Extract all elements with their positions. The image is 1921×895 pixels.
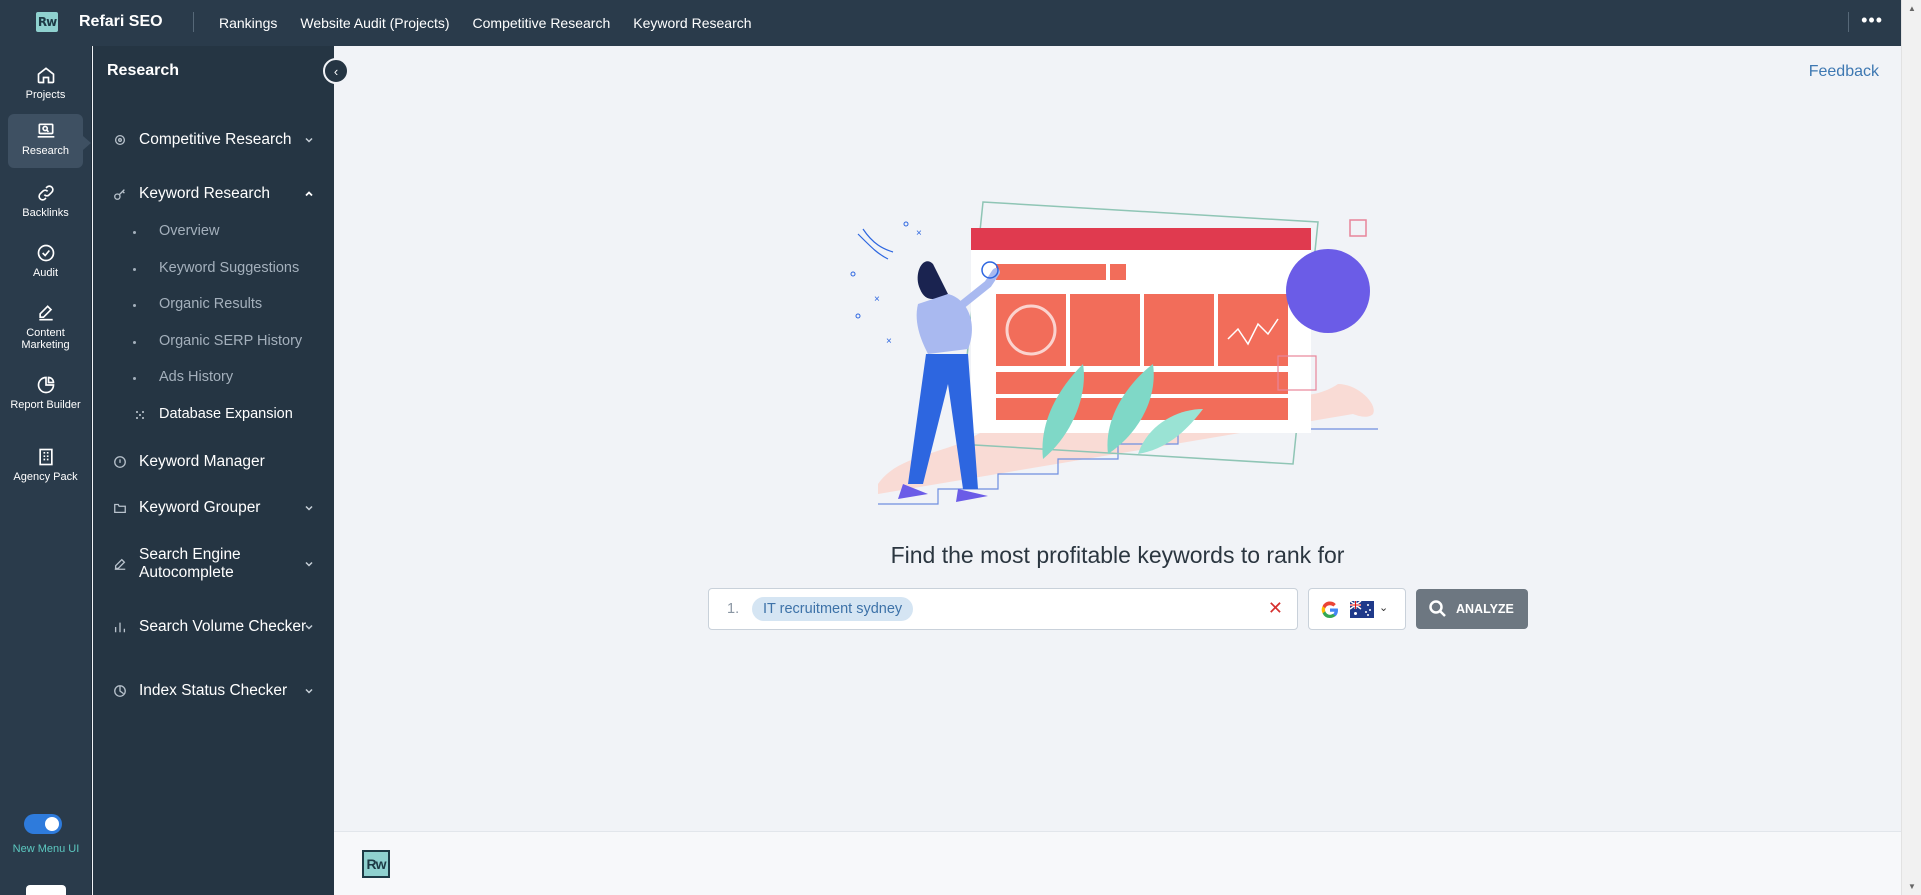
footer-logo[interactable]: Rw bbox=[362, 850, 390, 878]
sidebar-item-label: Keyword Manager bbox=[139, 453, 265, 470]
clear-icon[interactable]: ✕ bbox=[1268, 598, 1283, 619]
sidebar-item-label: Keyword Research bbox=[139, 185, 270, 202]
chevron-down-icon bbox=[305, 624, 313, 630]
chevron-down-icon: ⌄ bbox=[1379, 602, 1389, 614]
sidebar-subitem-ads-history[interactable]: Ads History bbox=[132, 369, 233, 385]
home-icon bbox=[37, 67, 54, 84]
sidebar-item-label: Search Volume Checker bbox=[139, 618, 307, 635]
research-sidebar: Research Competitive Research Keyword Re… bbox=[93, 46, 334, 895]
analyze-button[interactable]: ANALYZE bbox=[1416, 589, 1528, 629]
feedback-link[interactable]: Feedback bbox=[1809, 63, 1879, 81]
sidebar-item-keyword-grouper[interactable]: Keyword Grouper bbox=[93, 498, 334, 518]
active-indicator bbox=[83, 136, 91, 150]
sidebar-item-label: Competitive Research bbox=[139, 131, 292, 148]
more-menu-button[interactable]: ••• bbox=[1861, 10, 1883, 31]
rail-label: Projects bbox=[25, 89, 66, 101]
sidebar-subitem-keyword-suggestions[interactable]: Keyword Suggestions bbox=[132, 260, 299, 276]
sidebar-item-index-status-checker[interactable]: Index Status Checker bbox=[93, 673, 334, 709]
collapse-sidebar-button[interactable]: ‹ bbox=[323, 58, 349, 84]
building-icon bbox=[38, 448, 53, 466]
chevron-up-icon bbox=[305, 191, 313, 197]
page-footer: Rw bbox=[334, 831, 1901, 895]
rail-label: Research bbox=[21, 145, 70, 157]
check-circle-icon bbox=[37, 244, 54, 262]
keyword-search-input[interactable]: 1. IT recruitment sydney ✕ bbox=[708, 588, 1298, 630]
sidebar-item-keyword-manager[interactable]: Keyword Manager bbox=[93, 452, 334, 472]
svg-text:×: × bbox=[874, 294, 880, 305]
info-circle-icon bbox=[114, 456, 126, 468]
topnav-keyword-research[interactable]: Keyword Research bbox=[633, 15, 751, 31]
toggle-label: New Menu UI bbox=[12, 843, 80, 855]
sidebar-item-search-engine-autocomplete[interactable]: Search Engine Autocomplete bbox=[93, 546, 334, 582]
main-content: Feedback × × × Find the most profitable … bbox=[334, 46, 1901, 831]
rail-label: Agency Pack bbox=[13, 471, 78, 483]
keyword-chip[interactable]: IT recruitment sydney bbox=[752, 597, 914, 621]
page-headline: Find the most profitable keywords to ran… bbox=[890, 542, 1345, 568]
pie-chart-icon bbox=[37, 376, 54, 394]
page-scrollbar[interactable]: ▲ ▼ bbox=[1901, 0, 1921, 895]
analyze-label: ANALYZE bbox=[1456, 602, 1514, 616]
sidebar-item-keyword-research[interactable]: Keyword Research bbox=[93, 184, 334, 204]
search-engine-country-select[interactable]: ⌄ bbox=[1308, 588, 1406, 630]
rail-item-projects[interactable]: Projects bbox=[8, 58, 83, 108]
keyword-research-illustration: × × × bbox=[850, 201, 1378, 505]
sidebar-item-search-volume-checker[interactable]: Search Volume Checker bbox=[93, 609, 334, 645]
chevron-down-icon bbox=[305, 137, 313, 143]
laptop-search-icon bbox=[37, 123, 54, 138]
rail-label: Report Builder bbox=[10, 399, 81, 411]
topnav-competitive-research[interactable]: Competitive Research bbox=[473, 15, 611, 31]
chevron-down-icon bbox=[305, 688, 313, 694]
rail-item-content-marketing[interactable]: Content Marketing bbox=[8, 296, 83, 358]
topbar-divider bbox=[193, 12, 194, 32]
australia-flag-icon bbox=[1350, 601, 1374, 618]
sidebar-subitem-overview[interactable]: Overview bbox=[132, 223, 219, 239]
index-status-icon bbox=[114, 685, 126, 697]
search-icon bbox=[1429, 600, 1446, 617]
sidebar-item-competitive-research[interactable]: Competitive Research bbox=[93, 122, 334, 158]
sidebar-title: Research bbox=[107, 62, 180, 79]
sidebar-subitem-organic-results[interactable]: Organic Results bbox=[132, 296, 262, 312]
chevron-down-icon bbox=[305, 561, 313, 567]
new-menu-toggle[interactable] bbox=[24, 814, 62, 834]
rail-label: Backlinks bbox=[22, 207, 69, 219]
icon-rail: Projects Research Backlinks Audit Conten… bbox=[0, 46, 92, 895]
keyword-index: 1. bbox=[727, 601, 740, 617]
database-expansion-icon bbox=[136, 411, 144, 419]
pencil-icon bbox=[114, 558, 126, 570]
folder-icon bbox=[114, 503, 126, 514]
google-icon bbox=[1321, 601, 1338, 619]
sidebar-item-label: Keyword Grouper bbox=[139, 499, 261, 516]
bar-chart-icon bbox=[114, 622, 126, 633]
link-icon bbox=[37, 185, 54, 201]
edit-icon bbox=[38, 305, 53, 321]
sidebar-subitem-organic-serp-history[interactable]: Organic SERP History bbox=[132, 333, 302, 349]
user-avatar[interactable]: SR ⚙ bbox=[26, 885, 66, 895]
top-nav: Rankings Website Audit (Projects) Compet… bbox=[219, 0, 752, 46]
top-bar: Rw Refari SEO Rankings Website Audit (Pr… bbox=[0, 0, 1901, 46]
target-icon bbox=[114, 134, 126, 146]
key-icon bbox=[114, 189, 125, 200]
scroll-down-icon[interactable]: ▼ bbox=[1908, 882, 1916, 891]
topbar-divider-right bbox=[1848, 12, 1849, 32]
rail-label: Content Marketing bbox=[21, 327, 70, 351]
rail-item-research[interactable]: Research bbox=[8, 114, 91, 168]
scroll-up-icon[interactable]: ▲ bbox=[1908, 4, 1916, 13]
chevron-down-icon bbox=[305, 505, 313, 511]
topnav-rankings[interactable]: Rankings bbox=[219, 15, 277, 31]
app-logo[interactable]: Rw bbox=[36, 12, 58, 32]
rail-label: Audit bbox=[32, 267, 59, 279]
rail-item-agency-pack[interactable]: Agency Pack bbox=[8, 440, 83, 502]
sidebar-subitem-database-expansion[interactable]: Database Expansion bbox=[159, 406, 293, 422]
sidebar-item-label: Index Status Checker bbox=[139, 682, 288, 699]
topnav-website-audit[interactable]: Website Audit (Projects) bbox=[300, 15, 449, 31]
rail-item-report-builder[interactable]: Report Builder bbox=[8, 368, 83, 430]
app-name[interactable]: Refari SEO bbox=[79, 13, 163, 31]
svg-text:×: × bbox=[886, 336, 892, 347]
rail-item-backlinks[interactable]: Backlinks bbox=[8, 176, 83, 226]
rail-item-audit[interactable]: Audit bbox=[8, 236, 83, 286]
svg-text:×: × bbox=[916, 228, 922, 239]
